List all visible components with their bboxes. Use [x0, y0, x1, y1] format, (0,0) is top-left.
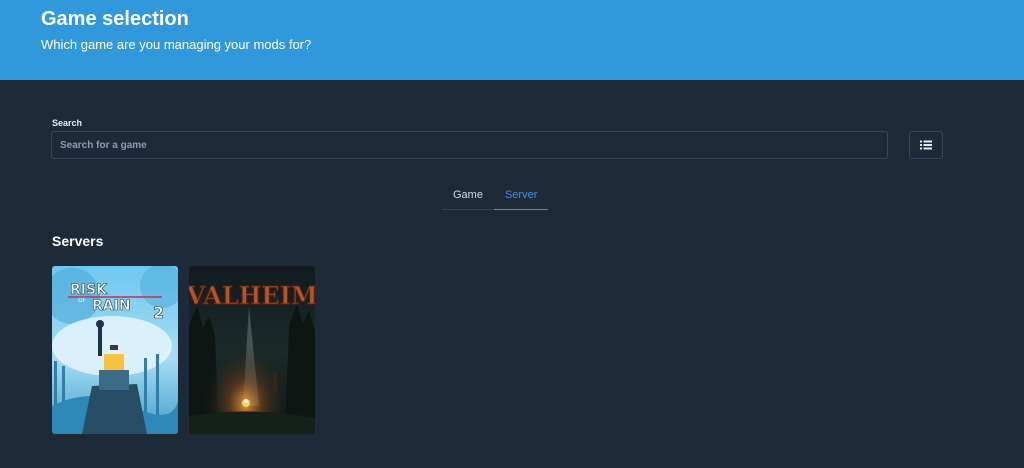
tab-server[interactable]: Server — [493, 185, 549, 210]
main-content: Search Game Server Servers — [0, 80, 1024, 468]
risk-of-rain-2-cover: RISK OF RAIN 2 — [52, 266, 178, 434]
page-title: Game selection — [41, 8, 189, 30]
game-card-valheim[interactable]: VALHEIM — [189, 266, 315, 434]
ror2-logo-rain: RAIN — [92, 298, 131, 314]
list-view-button[interactable] — [909, 131, 943, 159]
section-title: Servers — [52, 233, 104, 249]
search-label: Search — [52, 118, 83, 128]
page-subtitle: Which game are you managing your mods fo… — [41, 37, 312, 52]
game-type-tabs: Game Server — [442, 185, 549, 210]
valheim-logo: VALHEIM — [189, 281, 315, 310]
game-card-risk-of-rain-2[interactable]: RISK OF RAIN 2 — [52, 266, 178, 434]
list-view-icon — [920, 140, 932, 150]
tab-game[interactable]: Game — [442, 185, 494, 210]
ror2-logo-2: 2 — [153, 303, 164, 322]
page-header: Game selection Which game are you managi… — [0, 0, 1024, 80]
ror2-logo-risk: RISK — [70, 282, 108, 298]
search-input[interactable] — [51, 131, 888, 159]
valheim-cover: VALHEIM — [189, 266, 315, 434]
ror2-logo-of: OF — [78, 297, 87, 304]
